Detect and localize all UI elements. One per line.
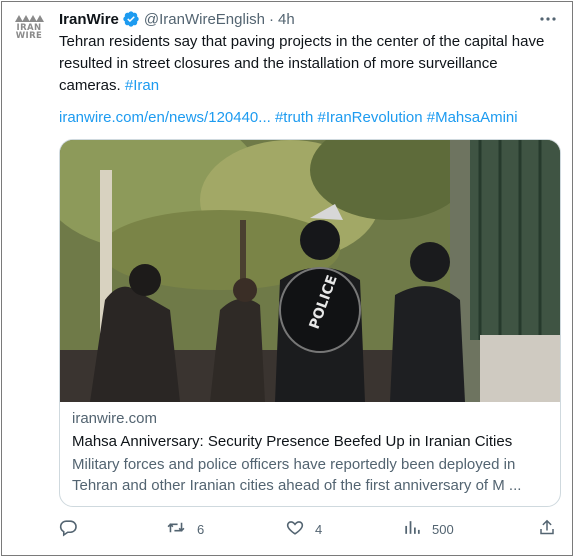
like-icon — [285, 518, 305, 540]
hashtag-iran[interactable]: #Iran — [125, 77, 159, 94]
account-handle[interactable]: @IranWireEnglish — [144, 11, 265, 28]
hashtag-truth[interactable]: #truth — [275, 109, 313, 126]
hashtag-iranrevolution[interactable]: #IranRevolution — [317, 109, 422, 126]
tweet-links: iranwire.com/en/news/120440... #truth #I… — [59, 107, 569, 129]
tweet-time[interactable]: 4h — [278, 11, 295, 28]
views-button[interactable]: 500 — [403, 518, 454, 540]
link-preview-card[interactable]: POLICE iranwire.com Mahsa Anniversary: S… — [59, 139, 561, 507]
action-bar: 6 4 500 — [59, 518, 559, 540]
logo-text-wire: WIRE — [15, 31, 43, 41]
tweet-text: Tehran residents say that paving project… — [59, 31, 559, 97]
card-domain: iranwire.com — [72, 410, 158, 427]
verified-badge-icon — [122, 10, 140, 28]
views-icon — [403, 518, 422, 540]
card-meta: iranwire.com Mahsa Anniversary: Security… — [72, 409, 548, 496]
share-icon — [538, 518, 556, 540]
more-icon[interactable] — [538, 10, 558, 28]
hashtag-mahsaamini[interactable]: #MahsaAmini — [427, 109, 518, 126]
tweet-card[interactable]: IRAN WIRE IranWire @IranWireEnglish · 4h… — [1, 1, 573, 556]
card-image[interactable]: POLICE — [60, 140, 560, 402]
article-link[interactable]: iranwire.com/en/news/120440... — [59, 109, 271, 126]
separator-dot: · — [269, 10, 274, 28]
retweet-button[interactable]: 6 — [165, 518, 204, 540]
like-count: 4 — [315, 521, 323, 537]
reply-button[interactable] — [59, 518, 88, 540]
views-count: 500 — [432, 521, 454, 537]
card-description: Military forces and police officers have… — [72, 456, 522, 494]
reply-icon — [59, 518, 78, 540]
retweet-count: 6 — [197, 521, 205, 537]
tweet-header: IranWire @IranWireEnglish · 4h — [59, 8, 558, 30]
iranwire-logo-icon[interactable]: IRAN WIRE — [12, 12, 46, 46]
retweet-icon — [165, 518, 187, 540]
account-name[interactable]: IranWire — [59, 11, 119, 28]
card-title[interactable]: Mahsa Anniversary: Security Presence Bee… — [72, 431, 548, 453]
share-button[interactable] — [538, 518, 556, 540]
like-button[interactable]: 4 — [285, 518, 322, 540]
